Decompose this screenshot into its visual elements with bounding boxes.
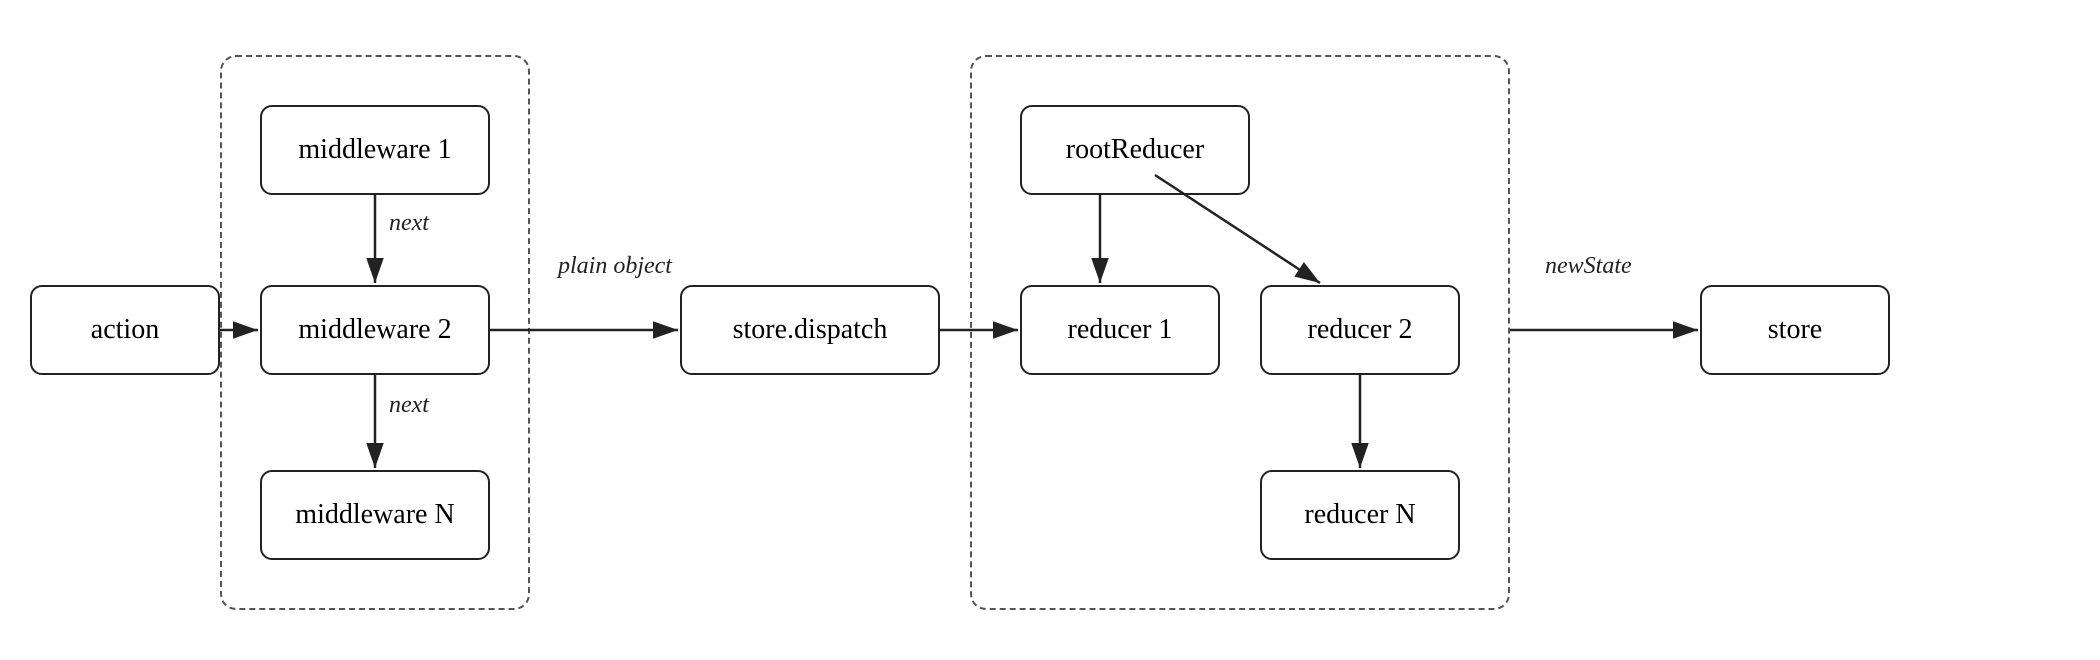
redux-flow-diagram: action middleware 1 middleware 2 middlew… [0, 0, 2100, 660]
middleware2-node: middleware 2 [260, 285, 490, 375]
reducerN-node: reducer N [1260, 470, 1460, 560]
reducer1-node: reducer 1 [1020, 285, 1220, 375]
plain-object-label: plain object [558, 253, 672, 280]
next2-label: next [389, 392, 429, 419]
store-dispatch-node: store.dispatch [680, 285, 940, 375]
action-node: action [30, 285, 220, 375]
new-state-label: newState [1545, 253, 1632, 280]
middleware1-node: middleware 1 [260, 105, 490, 195]
reducer2-node: reducer 2 [1260, 285, 1460, 375]
store-node: store [1700, 285, 1890, 375]
root-reducer-node: rootReducer [1020, 105, 1250, 195]
next1-label: next [389, 210, 429, 237]
middlewareN-node: middleware N [260, 470, 490, 560]
